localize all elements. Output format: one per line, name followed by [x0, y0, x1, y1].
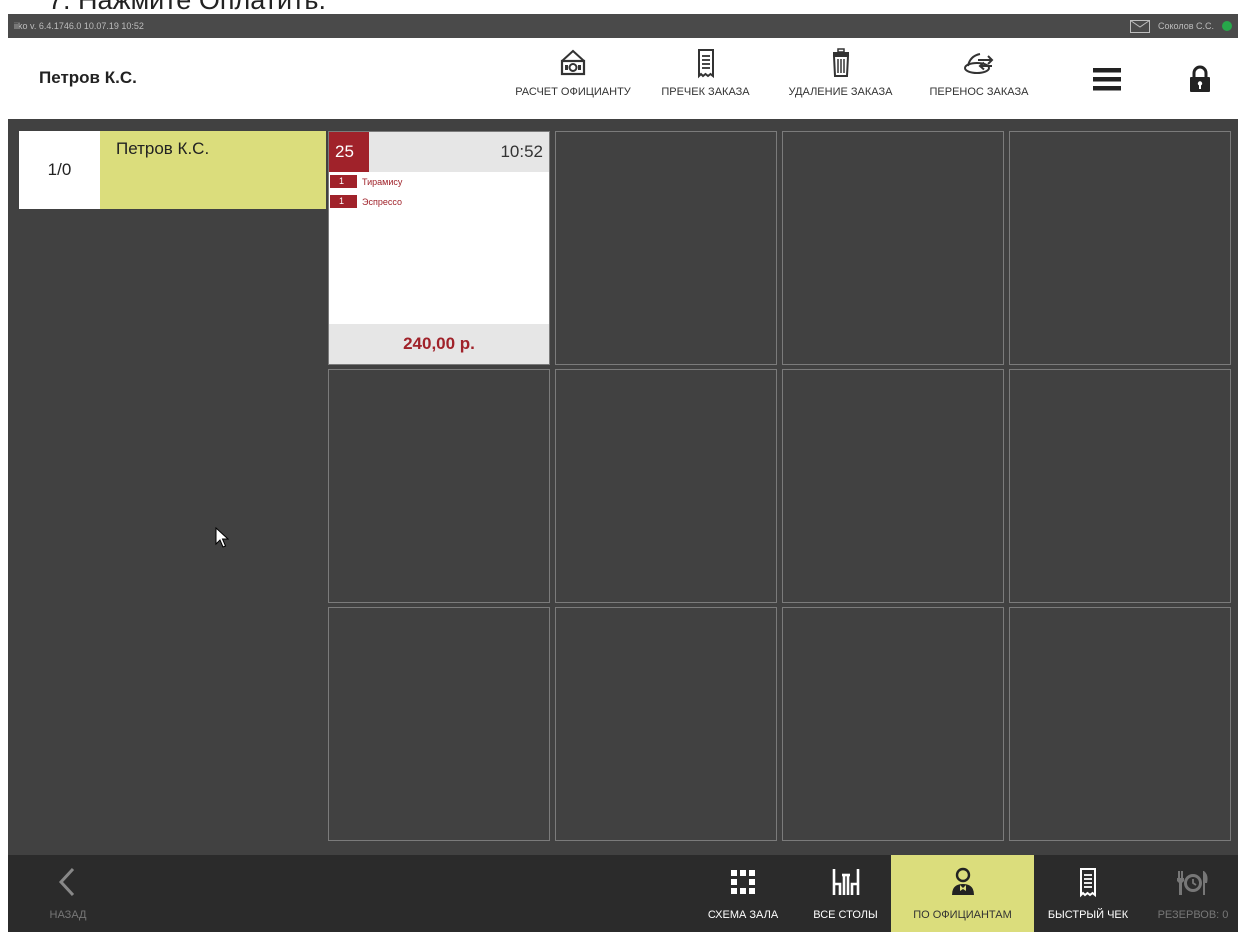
order-grid-cell [782, 369, 1004, 603]
order-item: 1 Тирамису [330, 175, 402, 188]
waiter-orders-area: 1/0 Петров К.С. 25 10:52 1 Тирамису 1 Эс… [8, 119, 1238, 855]
by-waiters-label: ПО ОФИЦИАНТАМ [913, 909, 1012, 921]
tables-icon [832, 869, 859, 895]
reservation-icon [1177, 871, 1208, 895]
waiter-card[interactable]: 1/0 Петров К.С. [19, 131, 326, 209]
waiter-card-name: Петров К.С. [100, 131, 326, 209]
doc-caption: 7. Нажмите Оплатить. [0, 0, 1238, 14]
pos-app-window: iiko v. 6.4.1746.0 10.07.19 10:52 Соколо… [8, 14, 1238, 932]
header: Петров К.С. РАСЧЕТ ОФИЦИАНТУ ПРЕЧЕК ЗАКА… [8, 38, 1238, 119]
back-button[interactable]: НАЗАД [18, 855, 118, 932]
by-waiters-tab[interactable]: ПО ОФИЦИАНТАМ [891, 855, 1034, 932]
quick-check-button[interactable]: БЫСТРЫЙ ЧЕК [1038, 855, 1138, 932]
hamburger-icon [1093, 67, 1121, 90]
order-item-qty: 1 [330, 175, 357, 188]
version-label: iiko v. 6.4.1746.0 10.07.19 10:52 [14, 21, 144, 31]
precheck-button[interactable]: ПРЕЧЕК ЗАКАЗА [648, 38, 763, 119]
order-grid-cell [555, 131, 777, 365]
hall-scheme-label: СХЕМА ЗАЛА [707, 909, 779, 921]
order-grid-cell [1009, 131, 1231, 365]
order-grid-cell [555, 369, 777, 603]
reservations-button[interactable]: РЕЗЕРВОВ: 0 [1148, 855, 1238, 932]
transfer-order-label: ПЕРЕНОС ЗАКАЗА [929, 86, 1029, 98]
delete-order-label: УДАЛЕНИЕ ЗАКАЗА [788, 86, 893, 98]
order-grid-cell [1009, 607, 1231, 841]
order-total: 240,00 р. [329, 324, 549, 364]
order-card[interactable]: 25 10:52 1 Тирамису 1 Эспрессо 240,00 р. [329, 132, 549, 364]
receipt-icon [1080, 868, 1096, 898]
all-tables-button[interactable]: ВСЕ СТОЛЫ [803, 855, 888, 932]
order-item-name: Эспрессо [362, 196, 402, 207]
order-item: 1 Эспрессо [330, 195, 402, 208]
order-time: 10:52 [500, 142, 543, 161]
lock-button[interactable] [1176, 38, 1224, 119]
quick-check-label: БЫСТРЫЙ ЧЕК [1047, 909, 1129, 921]
order-card-header: 25 10:52 [329, 132, 549, 172]
chevron-left-icon [58, 867, 75, 897]
menu-button[interactable] [1083, 38, 1131, 119]
waiter-order-count: 1/0 [19, 131, 100, 209]
transfer-order-button[interactable]: ПЕРЕНОС ЗАКАЗА [920, 38, 1038, 119]
page-title: Петров К.С. [39, 68, 137, 87]
order-grid-cell [782, 607, 1004, 841]
reservations-label: РЕЗЕРВОВ: 0 [1157, 909, 1229, 921]
order-grid-cell [555, 607, 777, 841]
order-item-qty: 1 [330, 195, 357, 208]
current-user-label: Соколов С.С. [1158, 21, 1214, 31]
order-grid-cell [782, 131, 1004, 365]
transfer-icon [964, 53, 994, 74]
order-grid-cell [328, 607, 550, 841]
order-grid-cell [328, 369, 550, 603]
status-bar: iiko v. 6.4.1746.0 10.07.19 10:52 Соколо… [8, 14, 1238, 38]
footer-toolbar: НАЗАД СХЕМА ЗАЛА ВСЕ СТОЛЫ ПО ОФИЦИАНТАМ… [8, 855, 1238, 932]
receipt-icon [697, 49, 714, 79]
grid-icon [731, 870, 755, 894]
hall-scheme-button[interactable]: СХЕМА ЗАЛА [698, 855, 788, 932]
back-label: НАЗАД [49, 909, 87, 921]
online-status-icon [1222, 21, 1232, 31]
order-item-name: Тирамису [362, 176, 403, 187]
waiter-settlement-button[interactable]: РАСЧЕТ ОФИЦИАНТУ [498, 38, 648, 119]
all-tables-label: ВСЕ СТОЛЫ [813, 909, 878, 921]
lock-icon [1190, 65, 1210, 92]
precheck-label: ПРЕЧЕК ЗАКАЗА [661, 86, 750, 98]
delete-order-button[interactable]: УДАЛЕНИЕ ЗАКАЗА [783, 38, 898, 119]
cash-icon [560, 49, 586, 76]
table-number: 25 [329, 132, 369, 172]
mail-icon[interactable] [1130, 19, 1150, 33]
waiter-icon [951, 867, 974, 895]
waiter-settlement-label: РАСЧЕТ ОФИЦИАНТУ [515, 86, 631, 98]
mouse-cursor-icon [215, 527, 229, 548]
order-grid-cell [1009, 369, 1231, 603]
trash-icon [832, 48, 849, 77]
